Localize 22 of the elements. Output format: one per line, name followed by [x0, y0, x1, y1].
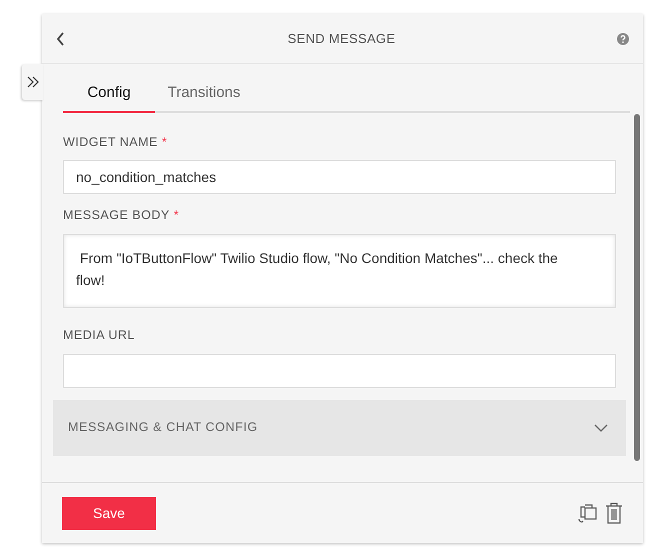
help-icon[interactable] [617, 32, 629, 44]
text-field[interactable]: no_condition_matches [63, 160, 616, 194]
scrollbar-thumb[interactable] [634, 114, 640, 461]
field-label: MESSAGE BODY [63, 207, 170, 224]
double-chevron-icon [26, 75, 40, 89]
expand-tab[interactable] [22, 64, 43, 100]
required-mark: * [162, 134, 168, 150]
tab[interactable]: Transitions [155, 78, 253, 112]
required-mark: * [174, 207, 180, 224]
field-label: WIDGET NAME [63, 134, 158, 150]
panel-title: SEND MESSAGE [286, 30, 396, 48]
text-field[interactable] [63, 354, 616, 388]
field-label: MEDIA URL [63, 327, 135, 344]
save-button[interactable]: Save [62, 496, 156, 530]
duplicate-icon[interactable] [577, 503, 597, 523]
tab[interactable]: Config [63, 78, 155, 112]
collapsible-section[interactable]: MESSAGING & CHAT CONFIG [53, 400, 626, 456]
section-title: MESSAGING & CHAT CONFIG [68, 419, 258, 436]
chevron-down-icon[interactable] [594, 424, 608, 432]
back-chevron-icon[interactable] [56, 32, 66, 46]
message-body-field[interactable]: From "IoTButtonFlow" Twilio Studio flow, "No Condition Matches"... check the flow! [63, 234, 616, 308]
trash-icon[interactable] [605, 502, 623, 524]
